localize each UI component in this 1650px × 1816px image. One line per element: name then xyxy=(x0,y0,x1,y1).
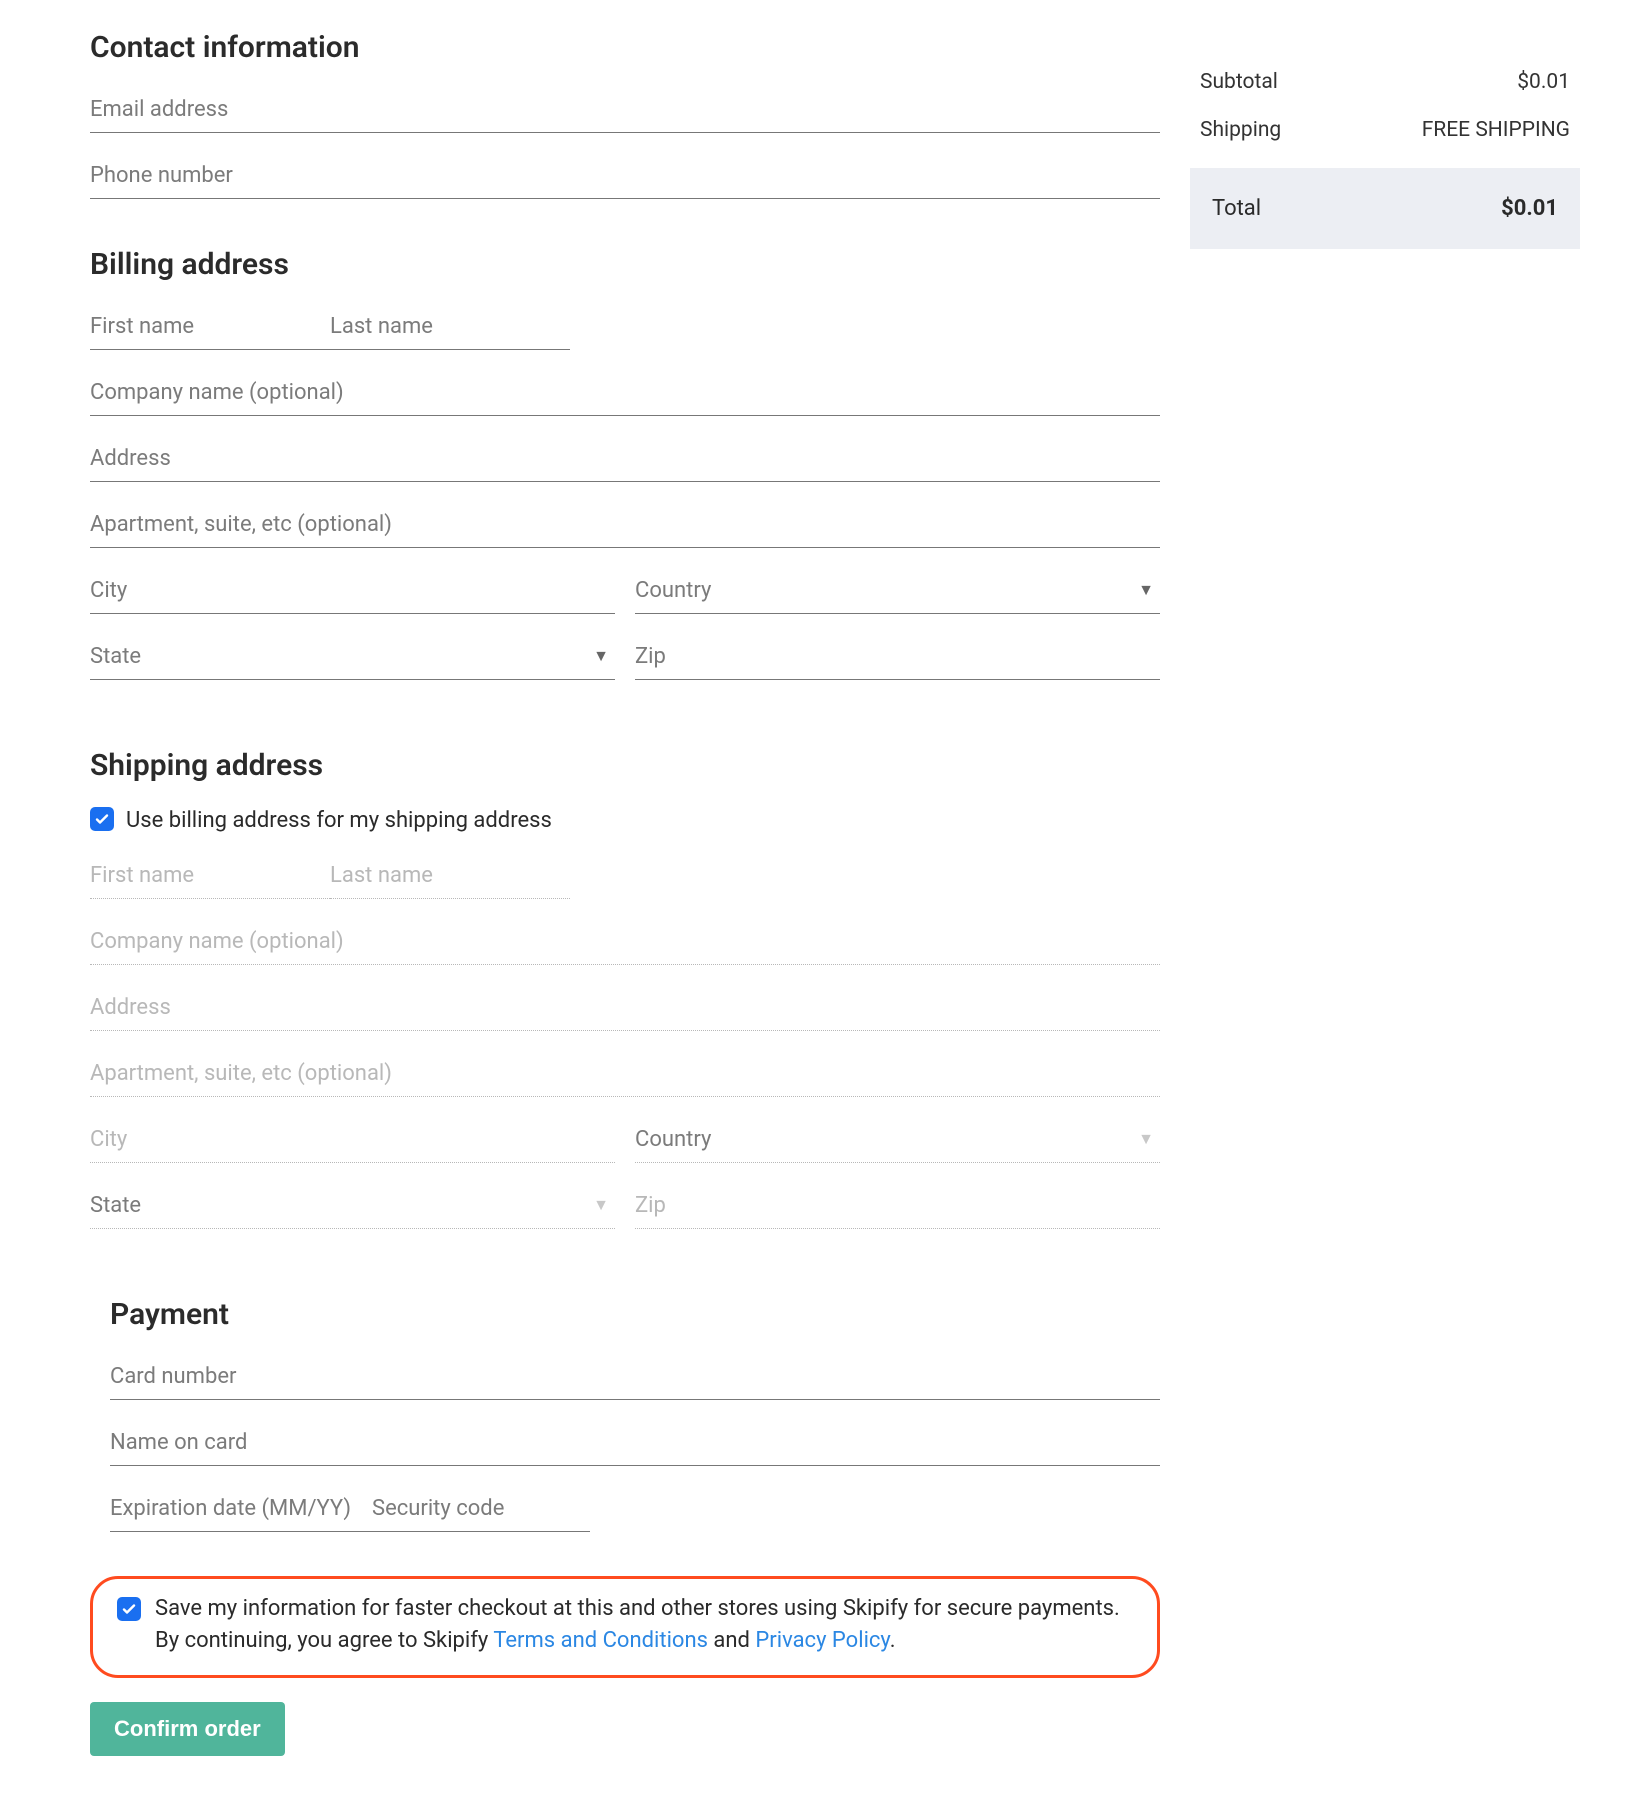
billing-first-name-field[interactable] xyxy=(90,304,330,350)
shipping-city-field xyxy=(90,1117,615,1163)
subtotal-label: Subtotal xyxy=(1200,70,1278,94)
email-field[interactable] xyxy=(90,87,1160,133)
save-info-line2a: By continuing, you agree to Skipify xyxy=(155,1628,493,1653)
billing-address-field[interactable] xyxy=(90,436,1160,482)
shipping-title: Shipping address xyxy=(90,748,1160,783)
save-info-period: . xyxy=(890,1628,896,1653)
payment-title: Payment xyxy=(110,1297,1160,1332)
payment-section: Payment xyxy=(90,1297,1160,1552)
shipping-state-select[interactable]: State xyxy=(90,1183,615,1229)
card-number-field[interactable] xyxy=(110,1354,1160,1400)
shipping-apt-field xyxy=(90,1051,1160,1097)
name-on-card-field[interactable] xyxy=(110,1420,1160,1466)
order-summary: Subtotal $0.01 Shipping FREE SHIPPING To… xyxy=(1190,58,1580,249)
shipping-section: Shipping address Use billing address for… xyxy=(90,748,1160,1249)
billing-company-field[interactable] xyxy=(90,370,1160,416)
billing-apt-field[interactable] xyxy=(90,502,1160,548)
shipping-zip-field xyxy=(635,1183,1160,1229)
contact-section: Contact information xyxy=(90,30,1160,199)
summary-total-row: Total $0.01 xyxy=(1190,168,1580,249)
billing-city-field[interactable] xyxy=(90,568,615,614)
shipping-address-field xyxy=(90,985,1160,1031)
billing-section: Billing address Country ▼ State ▼ xyxy=(90,247,1160,700)
save-info-callout: Save my information for faster checkout … xyxy=(90,1576,1160,1678)
phone-field[interactable] xyxy=(90,153,1160,199)
contact-title: Contact information xyxy=(90,30,1160,65)
total-value: $0.01 xyxy=(1501,196,1558,221)
shipping-last-name-field xyxy=(330,853,570,899)
terms-link[interactable]: Terms and Conditions xyxy=(493,1628,708,1653)
billing-state-select[interactable]: State xyxy=(90,634,615,680)
shipping-first-name-field xyxy=(90,853,330,899)
use-billing-checkbox[interactable] xyxy=(90,807,114,831)
shipping-label: Shipping xyxy=(1200,118,1281,142)
shipping-value: FREE SHIPPING xyxy=(1422,118,1570,142)
confirm-order-button[interactable]: Confirm order xyxy=(90,1702,285,1756)
security-code-field[interactable] xyxy=(372,1486,590,1532)
save-info-and: and xyxy=(708,1628,755,1653)
use-billing-label: Use billing address for my shipping addr… xyxy=(126,805,552,837)
billing-last-name-field[interactable] xyxy=(330,304,570,350)
total-label: Total xyxy=(1212,196,1261,221)
summary-shipping-row: Shipping FREE SHIPPING xyxy=(1190,106,1580,154)
save-info-text: Save my information for faster checkout … xyxy=(155,1593,1120,1657)
summary-subtotal-row: Subtotal $0.01 xyxy=(1190,58,1580,106)
subtotal-value: $0.01 xyxy=(1517,70,1570,94)
expiration-field[interactable] xyxy=(110,1486,372,1532)
billing-zip-field[interactable] xyxy=(635,634,1160,680)
save-info-checkbox[interactable] xyxy=(117,1597,141,1621)
save-info-line1: Save my information for faster checkout … xyxy=(155,1596,1120,1621)
billing-title: Billing address xyxy=(90,247,1160,282)
billing-country-select[interactable]: Country xyxy=(635,568,1160,614)
shipping-country-select[interactable]: Country xyxy=(635,1117,1160,1163)
shipping-company-field xyxy=(90,919,1160,965)
privacy-link[interactable]: Privacy Policy xyxy=(755,1628,889,1653)
